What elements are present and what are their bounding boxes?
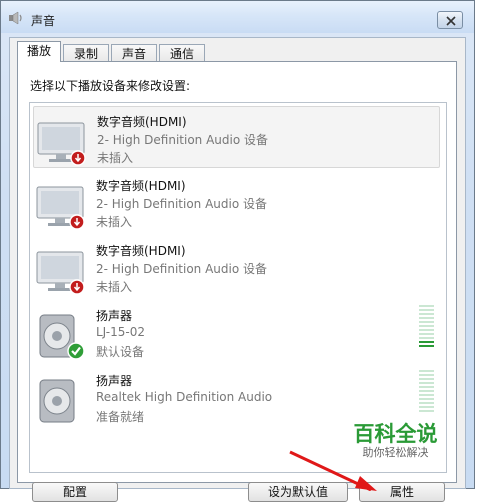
- monitor-icon: [36, 251, 85, 295]
- meter-segment: [419, 325, 434, 327]
- meter-segment: [419, 390, 434, 392]
- title-bar[interactable]: 声音: [1, 1, 474, 33]
- instruction-text: 选择以下播放设备来修改设置:: [30, 79, 191, 93]
- device-item-hdmi-1[interactable]: 数字音频(HDMI) 2- High Definition Audio 设备 未…: [33, 106, 440, 168]
- tab-sounds[interactable]: 声音: [111, 44, 158, 62]
- close-icon: [446, 16, 456, 26]
- volume-meter: [419, 305, 434, 347]
- meter-segment: [419, 333, 434, 335]
- device-name: 数字音频(HDMI): [97, 115, 187, 129]
- device-status: 未插入: [96, 280, 133, 294]
- device-name: 扬声器: [96, 309, 133, 323]
- device-status: 未插入: [96, 215, 133, 229]
- monitor-icon: [36, 186, 85, 230]
- playback-panel: 选择以下播放设备来修改设置: 数字音频(HDMI) 2- High Defini…: [17, 61, 457, 483]
- speaker-icon: [39, 314, 85, 360]
- device-name: 扬声器: [96, 374, 133, 388]
- meter-segment: [419, 329, 434, 331]
- device-item-hdmi-2[interactable]: 数字音频(HDMI) 2- High Definition Audio 设备 未…: [33, 171, 440, 233]
- meter-segment: [419, 370, 434, 372]
- meter-segment: [419, 394, 434, 396]
- watermark-subtitle: 助你轻松解决: [362, 446, 429, 459]
- device-status: 准备就绪: [96, 410, 145, 424]
- device-item-hdmi-3[interactable]: 数字音频(HDMI) 2- High Definition Audio 设备 未…: [33, 236, 440, 298]
- meter-segment: [419, 337, 434, 339]
- tab-communications[interactable]: 通信: [159, 44, 206, 62]
- window-title: 声音: [31, 14, 56, 28]
- meter-segment: [419, 402, 434, 404]
- configure-button[interactable]: 配置: [32, 482, 118, 502]
- device-name: 数字音频(HDMI): [96, 179, 186, 193]
- meter-segment: [419, 313, 434, 315]
- meter-segment: [419, 305, 434, 307]
- meter-segment: [419, 317, 434, 319]
- tab-playback[interactable]: 播放: [17, 41, 62, 62]
- set-default-button[interactable]: 设为默认值: [248, 482, 348, 502]
- device-description: 2- High Definition Audio 设备: [97, 133, 269, 147]
- device-description: Realtek High Definition Audio: [96, 390, 273, 404]
- monitor-icon: [37, 122, 86, 166]
- device-status: 未插入: [97, 151, 134, 165]
- meter-segment: [419, 321, 434, 323]
- close-button[interactable]: [437, 11, 463, 29]
- watermark-logo: 百科全说 助你轻松解决: [348, 422, 443, 464]
- watermark-title: 百科全说: [353, 422, 438, 446]
- device-name: 数字音频(HDMI): [96, 244, 186, 258]
- volume-meter: [419, 370, 434, 412]
- meter-segment: [419, 386, 434, 388]
- meter-segment: [419, 410, 434, 412]
- device-description: LJ-15-02: [96, 325, 145, 339]
- device-item-speaker-realtek[interactable]: 扬声器 Realtek High Definition Audio 准备就绪: [33, 366, 440, 428]
- device-description: 2- High Definition Audio 设备: [96, 262, 268, 276]
- tab-recording[interactable]: 录制: [63, 44, 110, 62]
- device-status: 默认设备: [96, 345, 145, 359]
- meter-segment: [419, 309, 434, 311]
- meter-segment: [419, 398, 434, 400]
- meter-segment: [419, 378, 434, 380]
- device-list[interactable]: 数字音频(HDMI) 2- High Definition Audio 设备 未…: [29, 102, 447, 473]
- speaker-title-icon: [9, 11, 22, 25]
- meter-segment: [419, 374, 434, 376]
- device-description: 2- High Definition Audio 设备: [96, 197, 268, 211]
- speaker-icon: [39, 379, 75, 423]
- meter-segment: [419, 341, 434, 343]
- meter-segment: [419, 345, 434, 347]
- meter-segment: [419, 406, 434, 408]
- sound-dialog: 声音 播放 录制 声音 通信 选择以下播放设备来修改设置: 数字音频(HDMI)…: [0, 0, 475, 489]
- tab-strip: 播放 录制 声音 通信: [17, 41, 207, 62]
- properties-button[interactable]: 属性: [359, 482, 445, 502]
- device-item-speaker-default[interactable]: 扬声器 LJ-15-02 默认设备: [33, 301, 440, 363]
- meter-segment: [419, 382, 434, 384]
